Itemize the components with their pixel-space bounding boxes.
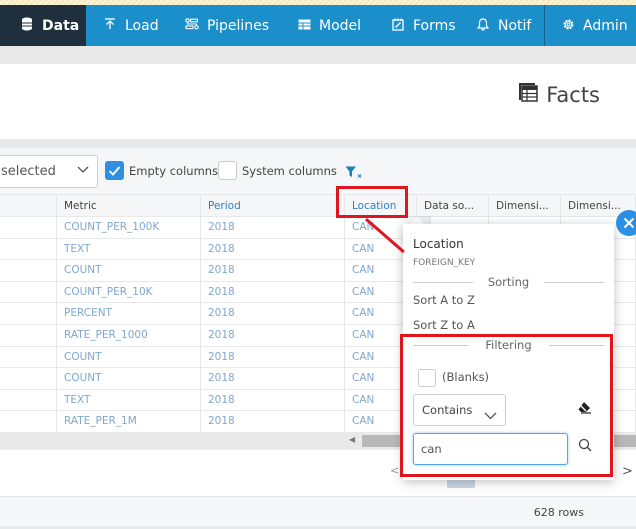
cell-metric[interactable]: TEXT [57,389,201,411]
column-header-first[interactable] [0,195,57,216]
next-page-button[interactable]: > [622,464,633,479]
bell-icon [475,17,491,34]
cell-period[interactable]: 2018 [201,238,345,260]
cell-metric[interactable]: COUNT [57,368,201,389]
column-select[interactable]: selected [0,155,98,188]
nav-label: Data [42,17,80,34]
row-count: 628 rows [533,506,584,519]
column-header-period[interactable]: Period [201,195,345,216]
cell-period[interactable]: 2018 [201,325,345,346]
filter-clear-icon[interactable] [345,164,363,183]
nav-label: Notif [498,17,532,34]
nav-label: Model [319,17,362,34]
table-model-icon [296,19,312,33]
cell-period[interactable]: 2018 [201,281,345,303]
cell-first[interactable] [0,346,57,368]
page-title-text: Facts [546,82,600,107]
popup-column-name: Location [413,237,464,251]
nav-item-data[interactable]: Data [0,5,86,46]
sorting-divider: Sorting [413,275,604,289]
nav-item-load[interactable]: Load [86,5,170,46]
empty-columns-label: Empty columns [129,164,219,178]
sorting-label: Sorting [487,275,530,289]
header-band [0,46,636,64]
close-popup-button[interactable] [616,210,636,236]
cell-period[interactable]: 2018 [201,411,345,432]
scroll-left-icon[interactable]: ◀ [349,435,355,444]
cell-first[interactable] [0,325,57,346]
cell-first[interactable] [0,303,57,324]
cell-first[interactable] [0,217,57,238]
checkmark-icon [108,166,121,176]
pipelines-icon [184,18,200,33]
cell-metric[interactable]: COUNT_PER_10K [57,281,201,303]
nav-label: Forms [413,17,456,34]
cell-first[interactable] [0,368,57,389]
cell-period[interactable]: 2018 [201,260,345,281]
page-title: Facts [518,82,600,107]
nav-item-forms[interactable]: Forms [374,5,461,46]
grid-footer: 628 rows [0,496,636,526]
annotation-filtering-highlight [400,334,613,477]
empty-columns-checkbox[interactable] [105,161,124,180]
upload-icon [102,18,118,33]
cell-first[interactable] [0,411,57,432]
cell-period[interactable]: 2018 [201,346,345,368]
database-icon [19,17,35,34]
cell-period[interactable]: 2018 [201,217,345,238]
toolbar-band [0,139,636,148]
cell-metric[interactable]: RATE_PER_1M [57,411,201,432]
sort-asc-option[interactable]: Sort A to Z [413,293,475,307]
system-columns-checkbox[interactable] [218,161,237,180]
cell-first[interactable] [0,260,57,281]
cell-period[interactable]: 2018 [201,389,345,411]
system-columns-label: System columns [242,164,337,178]
forms-icon [390,18,406,34]
nav-item-notif[interactable]: Notif [461,5,544,46]
cell-metric[interactable]: PERCENT [57,303,201,324]
cell-period[interactable]: 2018 [201,303,345,324]
nav-item-pipelines[interactable]: Pipelines [170,5,280,46]
top-nav: Data Load Pipelines Model Forms Notif Ad… [0,5,636,46]
cell-metric[interactable]: COUNT [57,346,201,368]
cell-metric[interactable]: COUNT_PER_100K [57,217,201,238]
table-icon [518,82,538,107]
sort-desc-option[interactable]: Sort Z to A [413,318,475,332]
cell-metric[interactable]: COUNT [57,260,201,281]
cell-period[interactable]: 2018 [201,368,345,389]
gear-icon [560,18,576,34]
close-icon [623,217,635,229]
nav-item-model[interactable]: Model [280,5,374,46]
nav-label: Pipelines [207,17,270,34]
column-header-dimension-1[interactable]: Dimensi... [489,195,561,216]
grid-header-row: Metric Period Location Data so... Dimens… [0,194,636,217]
cell-first[interactable] [0,281,57,303]
cell-first[interactable] [0,238,57,260]
cell-metric[interactable]: RATE_PER_1000 [57,325,201,346]
cell-first[interactable] [0,389,57,411]
nav-item-admin[interactable]: Admin [545,5,635,46]
chevron-down-icon [77,163,89,179]
nav-label: Load [125,17,159,34]
nav-label: Admin [583,17,628,34]
cell-metric[interactable]: TEXT [57,238,201,260]
column-header-data-source[interactable]: Data so... [417,195,489,216]
popup-column-type: FOREIGN_KEY [413,258,476,268]
annotation-location-header-highlight [336,186,408,218]
column-select-value: selected [1,164,56,179]
column-header-metric[interactable]: Metric [57,195,201,216]
